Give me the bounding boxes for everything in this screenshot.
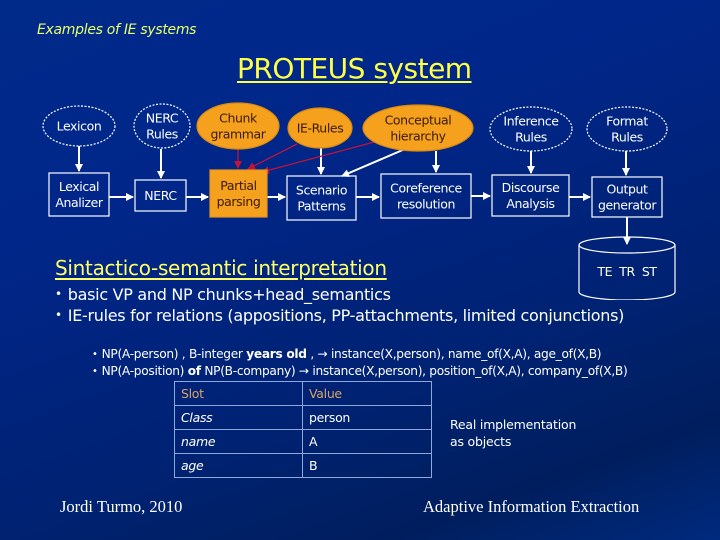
ellipse-label: grammar	[210, 127, 266, 142]
rule-examples: NP(A-person) , B-integer years old , → i…	[92, 346, 628, 380]
knowledge-source-chunk-grammar: Chunkgrammar	[196, 102, 280, 150]
box-label: Analizer	[55, 195, 104, 210]
ellipse-label: Lexicon	[57, 119, 102, 134]
column-header-value: Value	[302, 381, 432, 406]
module-discourse-analysis: DiscourseAnalysis	[491, 174, 570, 217]
ellipse-label: Format	[606, 114, 648, 129]
box-label: parsing	[217, 194, 261, 209]
module-coreference-resolution: Coreferenceresolution	[380, 173, 472, 219]
box-label: Output	[606, 182, 648, 197]
box-label: Analysis	[506, 196, 554, 211]
value-cell: person	[302, 405, 432, 430]
note-line: as objects	[450, 434, 512, 449]
output-store-label: TE TR ST	[596, 264, 657, 279]
rule-text: NP(A-position)	[101, 364, 188, 378]
box-label: generator	[598, 198, 657, 213]
ellipse-label: Inference	[503, 114, 559, 129]
rule-keyword: years old	[246, 347, 307, 361]
knowledge-source-inference-rules: InferenceRules	[489, 106, 573, 152]
rule-text: NP(B-company) → instance(X,person), posi…	[200, 364, 628, 378]
ellipse-label: Rules	[611, 130, 643, 145]
module-partial-parsing: Partialparsing	[209, 169, 268, 218]
rule-example: NP(A-position) of NP(B-company) → instan…	[92, 363, 628, 380]
bullet-item: basic VP and NP chunks+head_semantics	[55, 284, 624, 305]
ellipse-label: hierarchy	[390, 129, 446, 144]
table-row: age B	[174, 453, 432, 478]
proteus-architecture-diagram: LexiconNERCRulesChunkgrammar IE-RulesConc…	[42, 102, 676, 300]
section-heading: Sintactico-semantic interpretation	[55, 256, 387, 280]
ellipse-label: Rules	[146, 127, 178, 142]
table-row: name A	[174, 429, 432, 454]
slot-cell: Class	[174, 405, 303, 430]
column-header-slot: Slot	[174, 381, 303, 406]
table-row: Class person	[174, 405, 432, 430]
bullet-item: IE-rules for relations (appositions, PP-…	[55, 305, 625, 326]
value-cell: B	[302, 453, 432, 478]
knowledge-source-ie-rules: IE-Rules	[287, 107, 353, 149]
module-nerc: NERC	[134, 179, 187, 212]
rule-text: , → instance(X,person), name_of(X,A), ag…	[306, 347, 602, 361]
box-label: NERC	[144, 188, 177, 203]
knowledge-source-format-rules: FormatRules	[586, 106, 668, 152]
rule-example: NP(A-person) , B-integer years old , → i…	[92, 346, 627, 363]
value-cell: A	[302, 429, 432, 454]
box-label: Lexical	[59, 179, 99, 194]
implementation-note: Real implementation as objects	[450, 416, 576, 450]
box-label: Patterns	[297, 199, 345, 214]
ellipse-label: Conceptual	[385, 113, 452, 128]
box-label: Discourse	[502, 180, 561, 195]
box-label: Coreference	[390, 181, 462, 196]
ellipse-label: IE-Rules	[297, 121, 344, 136]
rule-text: NP(A-person) , B-integer	[101, 347, 247, 361]
footer-author: Jordi Turmo, 2010	[60, 497, 183, 516]
slot-cell: age	[174, 453, 303, 478]
slot-value-table: Slot Value Class person name A age B	[174, 381, 432, 478]
bullet-list: basic VP and NP chunks+head_semantics IE…	[55, 284, 625, 326]
module-scenario-patterns: ScenarioPatterns	[286, 175, 357, 221]
module-lexical-analizer: LexicalAnalizer	[48, 172, 110, 217]
note-line: Real implementation	[450, 417, 577, 432]
knowledge-source-lexicon: Lexicon	[42, 105, 116, 147]
ellipse-label: Chunk	[219, 111, 258, 126]
knowledge-source-conceptual-hierarchy: Conceptualhierarchy	[362, 104, 474, 152]
footer-course: Adaptive Information Extraction	[423, 497, 640, 516]
knowledge-source-nerc-rules: NERCRules	[133, 103, 191, 149]
table-header-row: Slot Value	[174, 381, 432, 406]
box-label: Scenario	[296, 183, 347, 198]
arrow-conceptual-hierarchy-to-scenario-patterns	[341, 148, 406, 177]
box-label: resolution	[397, 197, 455, 212]
slot-cell: name	[174, 429, 303, 454]
ellipse-label: NERC	[146, 111, 179, 126]
ellipse-label: Rules	[515, 130, 547, 145]
box-label: Partial	[220, 178, 256, 193]
module-output-generator: Outputgenerator	[591, 176, 663, 218]
rule-keyword: of	[187, 364, 201, 378]
